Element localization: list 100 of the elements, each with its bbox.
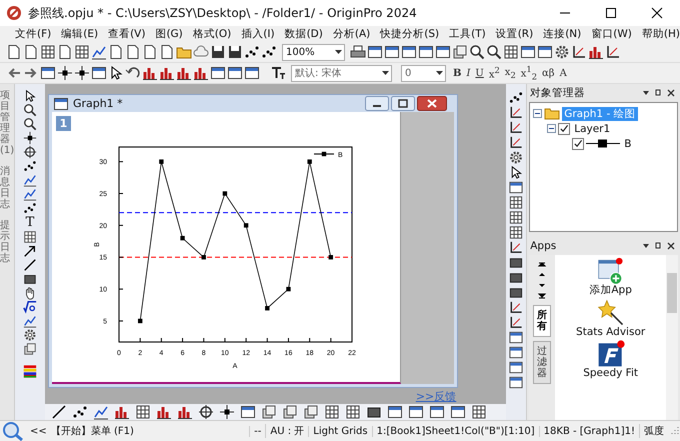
scroll-arrows-icon[interactable] <box>537 261 548 301</box>
window-icon[interactable] <box>244 65 260 81</box>
axes-icon[interactable] <box>508 105 524 120</box>
line-tool-icon[interactable] <box>22 258 38 272</box>
line-chart-icon[interactable] <box>22 314 38 328</box>
format-button[interactable]: I <box>464 68 472 78</box>
scatter-icon[interactable] <box>22 201 38 215</box>
side-tab[interactable]: 提示日志 <box>0 220 10 264</box>
layers-icon[interactable] <box>282 404 298 420</box>
table-icon[interactable] <box>508 225 524 240</box>
window-icon[interactable] <box>508 180 524 195</box>
save-icon[interactable] <box>210 44 226 60</box>
arrow-tool-icon[interactable] <box>22 244 38 258</box>
app-label[interactable]: Speedy Fit <box>576 368 646 380</box>
data-point-icon[interactable] <box>57 65 73 81</box>
bar-chart-icon[interactable] <box>176 404 193 420</box>
window-icon[interactable] <box>508 360 524 375</box>
bar-chart-icon[interactable] <box>142 65 158 81</box>
axes-icon[interactable] <box>605 44 621 60</box>
format-button[interactable]: B <box>451 68 464 78</box>
bar-chart-icon[interactable] <box>159 65 175 81</box>
layers-icon[interactable] <box>22 342 38 356</box>
app-label[interactable]: 添加App <box>576 285 646 297</box>
axes-icon[interactable] <box>571 44 587 60</box>
font-size-dropdown[interactable]: 0 <box>401 64 446 82</box>
visibility-checkbox[interactable] <box>558 122 570 134</box>
window-icon[interactable] <box>386 404 403 420</box>
menu-item[interactable]: 编辑(E) <box>56 27 104 41</box>
page-icon[interactable] <box>142 44 158 60</box>
apps-tab[interactable]: 所有 <box>533 305 552 337</box>
bar-chart-icon[interactable] <box>588 44 604 60</box>
collapse-icon[interactable] <box>547 124 556 133</box>
maximize-icon[interactable] <box>390 96 415 111</box>
window-icon[interactable] <box>227 65 243 81</box>
window-icon[interactable] <box>367 44 383 60</box>
window-icon[interactable] <box>240 404 256 420</box>
caret-icon[interactable] <box>335 50 342 54</box>
window-icon[interactable] <box>428 404 445 420</box>
table-icon[interactable] <box>74 44 90 60</box>
close-icon[interactable] <box>416 96 447 111</box>
zoom-icon[interactable] <box>22 103 38 117</box>
window-icon[interactable] <box>40 65 56 81</box>
format-button[interactable]: U <box>473 68 486 78</box>
window-icon[interactable] <box>52 96 69 112</box>
scatter-icon[interactable] <box>72 404 88 420</box>
magic-wand-icon[interactable] <box>596 298 625 327</box>
printer-icon[interactable] <box>350 44 366 60</box>
gear-icon[interactable] <box>508 150 524 165</box>
side-tab[interactable]: 消息日志 <box>0 166 10 210</box>
menu-item[interactable]: 数据(D) <box>280 27 328 41</box>
table-icon[interactable] <box>503 44 519 60</box>
panel-controls-icon[interactable] <box>641 88 677 98</box>
table-icon[interactable] <box>508 195 524 210</box>
window-icon[interactable] <box>508 375 524 390</box>
window-icon[interactable] <box>520 44 536 60</box>
menu-item[interactable]: 图(G) <box>150 27 188 41</box>
menu-item[interactable]: 查看(V) <box>103 27 150 41</box>
page-icon[interactable] <box>6 44 22 60</box>
table-icon[interactable] <box>324 404 340 420</box>
page-icon[interactable] <box>23 44 39 60</box>
zoom-icon[interactable] <box>469 44 485 60</box>
data-point-icon[interactable] <box>74 65 90 81</box>
window-icon[interactable] <box>450 404 466 420</box>
window-icon[interactable] <box>508 345 524 360</box>
table-icon[interactable] <box>134 404 151 420</box>
table-icon[interactable] <box>508 210 524 225</box>
bar-chart-icon[interactable] <box>156 404 172 420</box>
add-app-icon[interactable] <box>596 257 625 285</box>
panel-controls-icon[interactable] <box>641 241 677 251</box>
line-chart-icon[interactable] <box>22 173 38 187</box>
gear-icon[interactable] <box>22 328 38 342</box>
zoom-icon[interactable] <box>486 44 502 60</box>
window-icon[interactable] <box>401 44 417 60</box>
window-icon[interactable] <box>508 330 524 345</box>
caret-icon[interactable] <box>436 70 443 76</box>
zoom-dropdown[interactable]: 100% <box>282 44 345 60</box>
table-icon[interactable] <box>40 44 56 60</box>
minimize-icon[interactable] <box>364 96 389 111</box>
data-point-icon[interactable] <box>218 404 235 420</box>
bar-chart-icon[interactable] <box>114 404 130 420</box>
color-bars-icon[interactable] <box>22 364 38 378</box>
axes-icon[interactable] <box>508 120 524 135</box>
format-button[interactable]: x$^{2}$ <box>486 65 502 81</box>
line-chart-icon[interactable] <box>22 187 38 201</box>
page-icon[interactable] <box>159 44 175 60</box>
menu-item[interactable]: 插入(I) <box>236 27 280 41</box>
line-chart-icon[interactable] <box>92 404 109 420</box>
font-dropdown[interactable]: 默认: 宋体 <box>291 64 392 82</box>
menu-item[interactable]: 格式(O) <box>188 27 236 41</box>
layers-icon[interactable] <box>452 44 468 60</box>
scatter-icon[interactable] <box>22 159 38 173</box>
window-icon[interactable] <box>408 404 424 420</box>
collapse-icon[interactable] <box>533 109 542 118</box>
font-icon[interactable] <box>270 65 286 81</box>
gear-icon[interactable] <box>554 44 570 60</box>
menu-item[interactable]: 分析(A) <box>328 27 376 41</box>
window-icon[interactable] <box>418 44 434 60</box>
crosshair-icon[interactable] <box>22 145 38 159</box>
scatter-icon[interactable] <box>508 90 524 105</box>
text-tool-button[interactable]: T <box>26 215 34 230</box>
